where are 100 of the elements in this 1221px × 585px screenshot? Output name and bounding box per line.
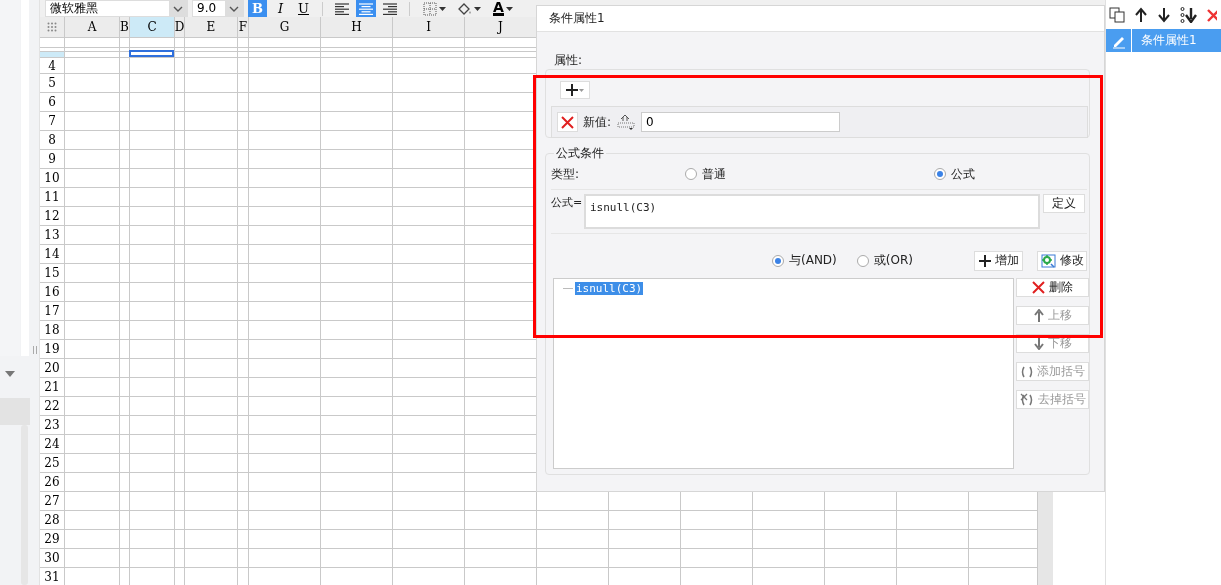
table-cell[interactable] bbox=[120, 38, 130, 48]
table-cell[interactable] bbox=[393, 207, 465, 226]
table-cell[interactable] bbox=[185, 416, 238, 435]
table-cell[interactable] bbox=[120, 378, 130, 397]
table-cell[interactable] bbox=[321, 321, 393, 340]
table-cell[interactable] bbox=[238, 169, 249, 188]
table-cell[interactable] bbox=[321, 226, 393, 245]
table-cell[interactable] bbox=[130, 264, 175, 283]
table-cell[interactable] bbox=[249, 188, 321, 207]
table-cell[interactable] bbox=[393, 302, 465, 321]
underline-button[interactable]: U bbox=[294, 0, 313, 17]
table-cell[interactable] bbox=[393, 492, 465, 511]
row-number[interactable]: 25 bbox=[40, 454, 65, 473]
table-cell[interactable] bbox=[65, 38, 120, 48]
table-cell[interactable] bbox=[130, 397, 175, 416]
table-cell[interactable] bbox=[249, 283, 321, 302]
row-number[interactable]: 9 bbox=[40, 150, 65, 169]
table-cell[interactable] bbox=[185, 264, 238, 283]
align-right-button[interactable] bbox=[380, 0, 400, 17]
table-cell[interactable] bbox=[175, 549, 185, 568]
table-cell[interactable] bbox=[120, 226, 130, 245]
table-cell[interactable] bbox=[321, 93, 393, 112]
row-number[interactable]: 20 bbox=[40, 359, 65, 378]
table-cell[interactable] bbox=[238, 397, 249, 416]
table-cell[interactable] bbox=[393, 321, 465, 340]
table-cell[interactable] bbox=[537, 530, 609, 549]
table-cell[interactable] bbox=[238, 549, 249, 568]
table-cell[interactable] bbox=[175, 131, 185, 150]
splitter-handle-icon[interactable] bbox=[33, 346, 37, 354]
table-cell[interactable] bbox=[175, 226, 185, 245]
formula-field[interactable]: isnull(C3) bbox=[584, 194, 1040, 229]
column-header[interactable]: E bbox=[185, 17, 238, 38]
table-cell[interactable] bbox=[185, 131, 238, 150]
radio-button[interactable] bbox=[772, 254, 784, 267]
table-cell[interactable] bbox=[753, 530, 825, 549]
table-cell[interactable] bbox=[249, 38, 321, 48]
table-cell[interactable] bbox=[185, 454, 238, 473]
table-cell[interactable] bbox=[65, 150, 120, 169]
table-cell[interactable] bbox=[321, 492, 393, 511]
table-cell[interactable] bbox=[393, 530, 465, 549]
table-cell[interactable] bbox=[321, 150, 393, 169]
table-cell[interactable] bbox=[238, 340, 249, 359]
table-cell[interactable] bbox=[393, 511, 465, 530]
table-cell[interactable] bbox=[393, 245, 465, 264]
table-cell[interactable] bbox=[120, 93, 130, 112]
radio-option[interactable]: 公式 bbox=[934, 165, 975, 183]
table-cell[interactable] bbox=[65, 245, 120, 264]
table-cell[interactable] bbox=[120, 416, 130, 435]
table-cell[interactable] bbox=[238, 226, 249, 245]
table-cell[interactable] bbox=[249, 207, 321, 226]
row-header[interactable] bbox=[40, 52, 65, 58]
table-cell[interactable] bbox=[321, 359, 393, 378]
table-cell[interactable] bbox=[321, 549, 393, 568]
table-cell[interactable] bbox=[321, 454, 393, 473]
table-cell[interactable] bbox=[249, 340, 321, 359]
table-cell[interactable] bbox=[238, 435, 249, 454]
delete-button[interactable]: 删除 bbox=[1016, 278, 1089, 297]
table-cell[interactable] bbox=[185, 58, 238, 74]
column-header[interactable]: I bbox=[393, 17, 465, 38]
table-cell[interactable] bbox=[249, 93, 321, 112]
table-cell[interactable] bbox=[825, 549, 897, 568]
table-cell[interactable] bbox=[249, 549, 321, 568]
row-header[interactable] bbox=[40, 48, 65, 52]
table-cell[interactable] bbox=[393, 473, 465, 492]
table-cell[interactable] bbox=[65, 492, 120, 511]
row-number[interactable]: 7 bbox=[40, 112, 65, 131]
table-cell[interactable] bbox=[238, 131, 249, 150]
table-cell[interactable] bbox=[681, 549, 753, 568]
arrow-down-icon[interactable] bbox=[1157, 6, 1171, 23]
table-cell[interactable] bbox=[185, 530, 238, 549]
table-cell[interactable] bbox=[321, 340, 393, 359]
table-cell[interactable] bbox=[120, 245, 130, 264]
value-field[interactable]: 0 bbox=[641, 112, 841, 132]
font-size-select[interactable]: 9.0 bbox=[192, 0, 244, 17]
table-cell[interactable] bbox=[321, 169, 393, 188]
table-cell[interactable] bbox=[393, 416, 465, 435]
table-cell[interactable] bbox=[393, 283, 465, 302]
define-button[interactable]: 定义 bbox=[1043, 194, 1085, 213]
table-cell[interactable] bbox=[130, 207, 175, 226]
table-cell[interactable] bbox=[249, 302, 321, 321]
table-cell[interactable] bbox=[321, 416, 393, 435]
table-cell[interactable] bbox=[238, 150, 249, 169]
table-cell[interactable] bbox=[238, 454, 249, 473]
table-cell[interactable] bbox=[465, 511, 537, 530]
table-cell[interactable] bbox=[321, 112, 393, 131]
table-cell[interactable] bbox=[120, 549, 130, 568]
table-cell[interactable] bbox=[249, 150, 321, 169]
table-cell[interactable] bbox=[175, 492, 185, 511]
row-header[interactable] bbox=[40, 38, 65, 48]
table-cell[interactable] bbox=[393, 58, 465, 74]
table-cell[interactable] bbox=[249, 378, 321, 397]
table-cell[interactable] bbox=[321, 530, 393, 549]
table-cell[interactable] bbox=[65, 169, 120, 188]
table-cell[interactable] bbox=[537, 511, 609, 530]
table-cell[interactable] bbox=[238, 245, 249, 264]
arrow-up-icon[interactable] bbox=[1134, 6, 1148, 23]
table-cell[interactable] bbox=[65, 58, 120, 74]
table-cell[interactable] bbox=[130, 245, 175, 264]
table-cell[interactable] bbox=[321, 435, 393, 454]
table-cell[interactable] bbox=[753, 511, 825, 530]
